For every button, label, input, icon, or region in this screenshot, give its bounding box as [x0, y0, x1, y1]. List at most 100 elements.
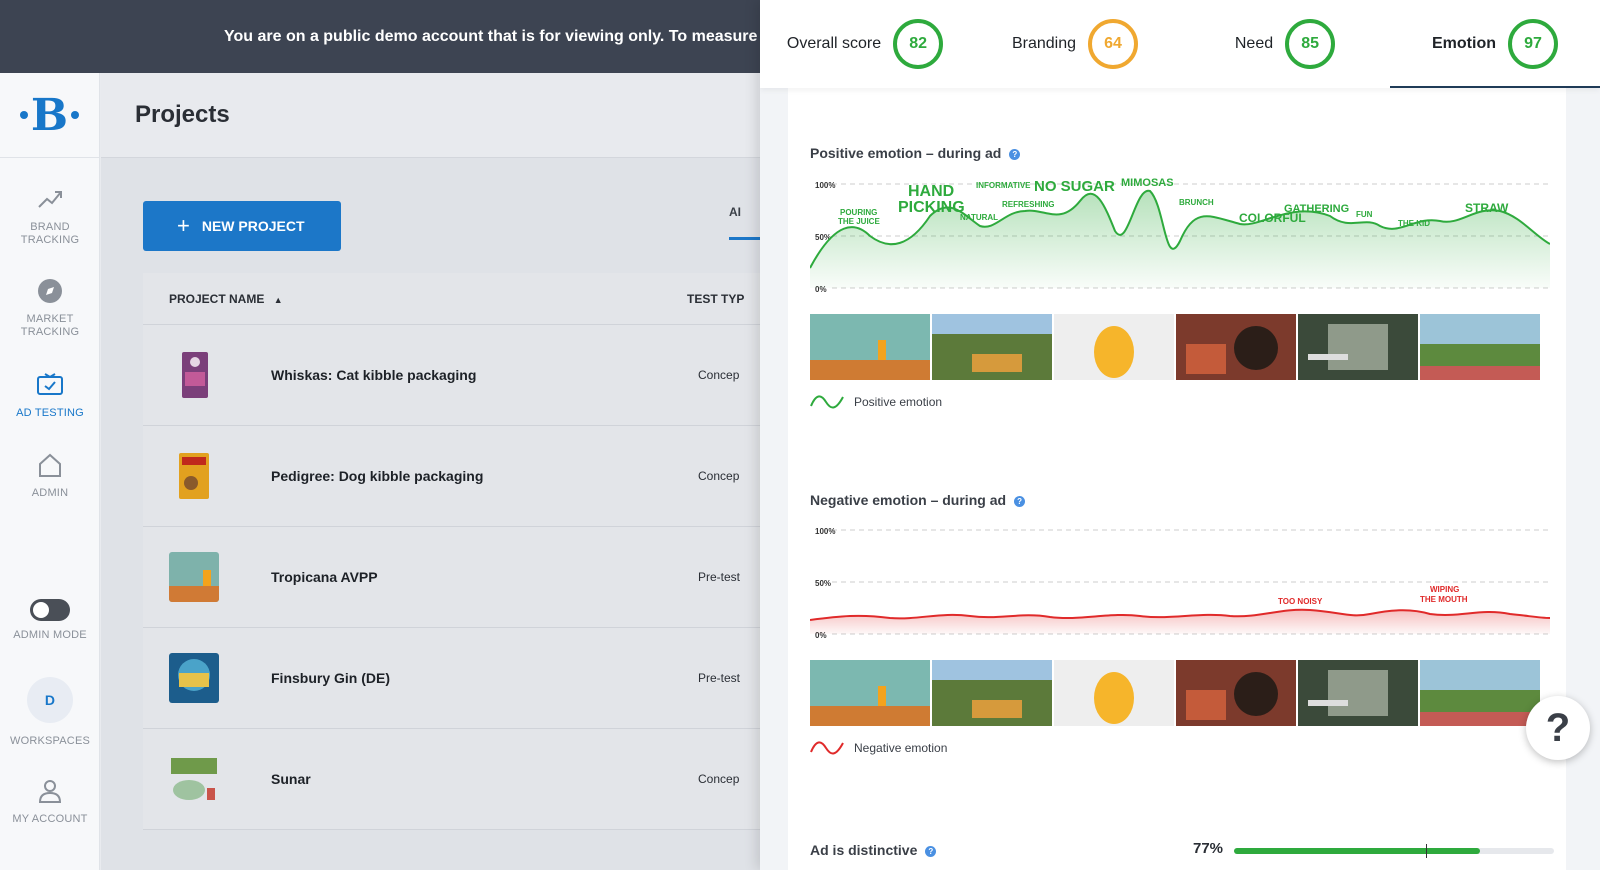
annotation-label: HAND — [908, 183, 954, 200]
projects-page: Projects + NEW PROJECT AI PROJECT NAME ▲… — [101, 73, 760, 870]
legend-wave-icon — [810, 741, 844, 755]
table-row[interactable]: Pedigree: Dog kibble packaging Concep — [143, 426, 760, 527]
y-tick-label: 100% — [815, 527, 835, 536]
tab-emotion[interactable]: Emotion 97 — [1390, 0, 1600, 88]
metric-bar — [1234, 844, 1554, 858]
ad-frame[interactable] — [1298, 314, 1418, 380]
workspace-avatar[interactable]: D — [27, 677, 73, 723]
trending-up-icon — [38, 191, 62, 208]
tab-overall-score[interactable]: Overall score 82 — [760, 0, 970, 88]
tab-branding[interactable]: Branding 64 — [970, 0, 1180, 88]
project-thumbnail — [169, 653, 219, 703]
annotation-label: THE KID — [1398, 219, 1430, 228]
ad-frame[interactable] — [1298, 660, 1418, 726]
score-ring: 64 — [1088, 19, 1139, 69]
tab-active-indicator — [729, 237, 760, 240]
user-icon — [38, 780, 62, 803]
plus-icon: + — [177, 213, 190, 238]
ad-frame[interactable] — [1176, 314, 1296, 380]
score-ring: 85 — [1285, 19, 1336, 69]
sidebar: B BRAND TRACKING MARKET TRACKING AD TEST… — [0, 73, 100, 870]
table-row[interactable]: Sunar Concep — [143, 729, 760, 830]
tab-need[interactable]: Need 85 — [1180, 0, 1390, 88]
app-logo[interactable]: B — [0, 73, 99, 158]
ad-frame[interactable] — [932, 660, 1052, 726]
score-ring: 82 — [893, 19, 944, 69]
metric-ad-distinctive: Ad is distinctive? 77% — [810, 838, 1554, 868]
project-thumbnail — [169, 754, 219, 804]
annotation-label: FUN — [1356, 210, 1373, 219]
ad-frame[interactable] — [1176, 660, 1296, 726]
column-project-name[interactable]: PROJECT NAME ▲ — [143, 292, 687, 306]
annotation-label: WIPING — [1430, 585, 1459, 594]
annotation-label: MIMOSAS — [1121, 177, 1174, 189]
score-tabs: Overall score 82 Branding 64 Need 85 Emo… — [760, 0, 1600, 88]
negative-emotion-title: Negative emotion – during ad? — [810, 492, 1026, 508]
compass-icon — [38, 279, 62, 303]
admin-mode-toggle[interactable]: ADMIN MODE — [0, 599, 100, 642]
annotation-label: THE MOUTH — [1420, 595, 1468, 604]
annotation-label: BRUNCH — [1179, 198, 1214, 207]
sidebar-item-brand-tracking[interactable]: BRAND TRACKING — [0, 185, 100, 247]
help-icon[interactable]: ? — [1014, 495, 1026, 507]
tab-all[interactable]: AI — [729, 205, 741, 219]
ad-result-panel: Overall score 82 Branding 64 Need 85 Emo… — [760, 0, 1600, 870]
positive-emotion-chart: 100% 50% 0% POURING THE JUICE HAND PICKI… — [810, 177, 1550, 294]
sidebar-item-ad-testing[interactable]: AD TESTING — [0, 371, 100, 420]
annotation-label: REFRESHING — [1002, 200, 1054, 209]
metric-label: Ad is distinctive? — [810, 842, 937, 858]
emotion-card: Positive emotion – during ad? 100% 50% 0… — [788, 88, 1566, 870]
help-button[interactable]: ? — [1526, 696, 1590, 760]
annotation-label: POURING — [840, 208, 877, 217]
negative-area — [810, 609, 1550, 634]
ad-frame[interactable] — [1420, 314, 1540, 380]
help-icon[interactable]: ? — [925, 845, 937, 857]
ad-frame[interactable] — [1054, 660, 1174, 726]
sidebar-item-my-account[interactable]: MY ACCOUNT — [0, 777, 100, 826]
toggle-switch[interactable] — [30, 599, 70, 621]
ad-frame[interactable] — [1420, 660, 1540, 726]
table-row[interactable]: Tropicana AVPP Pre-test — [143, 527, 760, 628]
sidebar-item-market-tracking[interactable]: MARKET TRACKING — [0, 277, 100, 339]
y-tick-label: 100% — [815, 181, 835, 190]
annotation-label: GATHERING — [1284, 203, 1349, 215]
ad-frame[interactable] — [932, 314, 1052, 380]
demo-banner: You are on a public demo account that is… — [0, 0, 760, 73]
table-row[interactable]: Finsbury Gin (DE) Pre-test — [143, 628, 760, 729]
legend-wave-icon — [810, 395, 844, 409]
annotation-label: PICKING — [898, 199, 965, 216]
benchmark-marker — [1426, 844, 1427, 858]
sort-icon[interactable]: ▲ — [274, 295, 283, 305]
ad-frame[interactable] — [810, 660, 930, 726]
score-ring: 97 — [1508, 19, 1558, 69]
ad-frame[interactable] — [810, 314, 930, 380]
project-thumbnail — [169, 350, 219, 400]
table-row[interactable]: Whiskas: Cat kibble packaging Concep — [143, 325, 760, 426]
table-header: PROJECT NAME ▲ TEST TYP — [143, 273, 760, 325]
ad-frame[interactable] — [1054, 314, 1174, 380]
column-test-type[interactable]: TEST TYP — [687, 292, 744, 306]
new-project-button[interactable]: + NEW PROJECT — [143, 201, 341, 251]
sidebar-item-workspaces[interactable]: D WORKSPACES — [0, 677, 100, 748]
negative-legend: Negative emotion — [810, 740, 947, 756]
annotation-label: NO SUGAR — [1034, 178, 1115, 195]
projects-table: PROJECT NAME ▲ TEST TYP Whiskas: Cat kib… — [143, 273, 760, 830]
negative-annotations: TOO NOISY WIPING THE MOUTH — [1278, 585, 1468, 606]
project-thumbnail — [169, 552, 219, 602]
sidebar-item-admin[interactable]: ADMIN — [0, 451, 100, 500]
demo-banner-text: You are on a public demo account that is… — [224, 27, 758, 45]
annotation-label: INFORMATIVE — [976, 181, 1031, 190]
project-thumbnail — [169, 451, 219, 501]
annotation-label: THE JUICE — [838, 217, 880, 226]
tv-check-icon — [37, 373, 63, 395]
positive-legend: Positive emotion — [810, 394, 942, 410]
page-title: Projects — [135, 101, 230, 128]
metric-value: 77% — [1193, 840, 1224, 857]
home-icon — [39, 453, 61, 477]
y-tick-label: 50% — [815, 579, 831, 588]
ad-frames-strip — [810, 314, 1540, 380]
annotation-label: TOO NOISY — [1278, 597, 1323, 606]
help-icon[interactable]: ? — [1009, 148, 1021, 160]
metric-bar-fill — [1234, 848, 1481, 854]
ad-frames-strip — [810, 660, 1540, 726]
